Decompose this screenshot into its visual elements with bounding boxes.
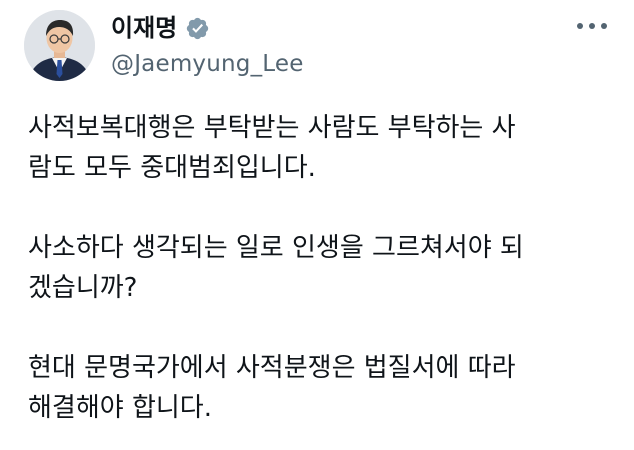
tweet-line: 사적보복대행은 부탁받는 사람도 부탁하는 사 [28,113,516,143]
tweet-paragraph: 사적보복대행은 부탁받는 사람도 부탁하는 사 람도 모두 중대범죄입니다. [28,108,618,188]
tweet-line: 해결해야 합니다. [28,393,212,423]
tweet: 이재명 @Jaemyung_Lee 사적보복대행은 부탁받는 사람도 부탁하는 … [0,0,634,450]
tweet-line: 현대 문명국가에서 사적분쟁은 법질서에 따라 [28,353,516,383]
tweet-line: 람도 모두 중대범죄입니다. [28,153,316,183]
tweet-paragraph: 현대 문명국가에서 사적분쟁은 법질서에 따라 해결해야 합니다. [28,348,618,428]
tweet-line: 사소하다 생각되는 일로 인생을 그르쳐서야 되 [28,233,524,263]
tweet-line: 겠습니까? [28,273,138,303]
verified-badge-icon [185,16,210,41]
more-options-icon[interactable] [572,14,612,38]
author-display-name[interactable]: 이재명 [111,12,177,44]
author-name-row: 이재명 [111,12,210,44]
author-handle[interactable]: @Jaemyung_Lee [111,48,304,80]
avatar[interactable] [24,10,95,81]
avatar-image [24,10,95,81]
tweet-text: 사적보복대행은 부탁받는 사람도 부탁하는 사 람도 모두 중대범죄입니다. 사… [28,108,618,428]
tweet-paragraph: 사소하다 생각되는 일로 인생을 그르쳐서야 되 겠습니까? [28,228,618,308]
